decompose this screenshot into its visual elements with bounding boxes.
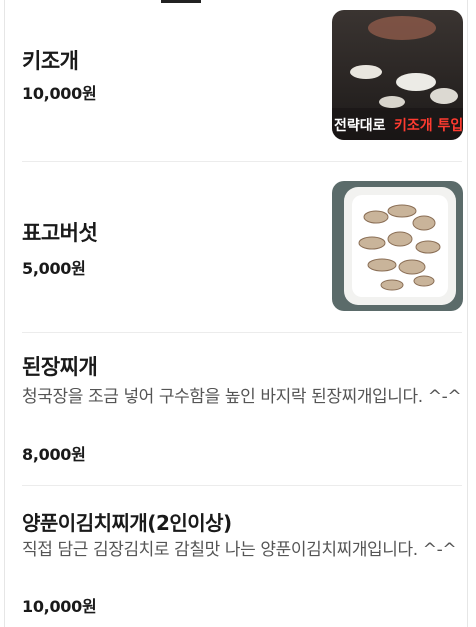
menu-item-price: 10,000원 [22,597,97,616]
menu-item-kijogae[interactable]: 키조개 10,000원 전략대로 키조개 투입 [0,0,476,162]
menu-item-name: 표고버섯 [22,221,98,245]
food-photo-mushroom [332,181,463,311]
menu-item-pyogo-mushroom[interactable]: 표고버섯 5,000원 [0,162,476,333]
image-caption: 키조개 투입 [394,118,463,134]
menu-item-name: 양푼이김치찌개(2인이상) [22,511,232,535]
image-caption-prefix: 전략대로 [334,117,386,134]
menu-item-name: 키조개 [22,49,79,73]
menu-item-image[interactable] [332,181,463,311]
menu-item-doenjang-jjigae[interactable]: 된장찌개 청국장을 조금 넣어 구수함을 높인 바지락 된장찌개입니다. ^-^… [0,333,476,486]
menu-item-price: 5,000원 [22,259,86,278]
menu-item-kimchi-jjigae[interactable]: 양푼이김치찌개(2인이상) 직접 담근 김장김치로 감칠맛 나는 양푼이김치찌개… [0,486,476,627]
menu-item-description: 청국장을 조금 넣어 구수함을 높인 바지락 된장찌개입니다. ^-^ [22,387,462,407]
food-photo-kijogae: 전략대로 키조개 투입 [332,10,463,140]
menu-item-name: 된장찌개 [22,355,98,379]
menu-item-price: 10,000원 [22,84,97,103]
menu-list: 키조개 10,000원 전략대로 키조개 투입 표고버섯 5,000원 된장찌개… [0,0,476,627]
menu-item-price: 8,000원 [22,445,86,464]
menu-item-image[interactable]: 전략대로 키조개 투입 [332,10,463,140]
menu-item-description: 직접 담근 김장김치로 감칠맛 나는 양푼이김치찌개입니다. ^-^ [22,540,457,560]
